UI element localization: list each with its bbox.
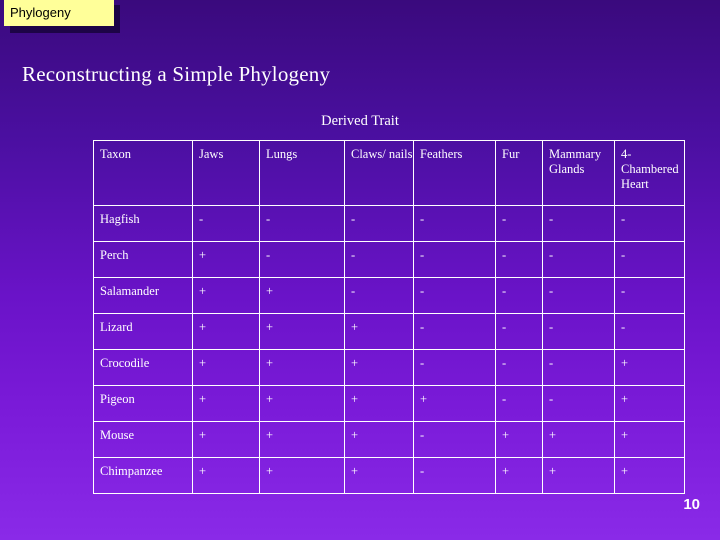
column-header-feathers: Feathers xyxy=(413,140,496,206)
table-header-row: Taxon Jaws Lungs Claws/ nails Feathers F… xyxy=(93,140,685,206)
cell-fur: - xyxy=(495,241,543,278)
cell-lungs: + xyxy=(259,457,345,494)
cell-lungs: + xyxy=(259,421,345,458)
cell-heart: - xyxy=(614,241,685,278)
cell-heart: + xyxy=(614,421,685,458)
cell-claws: + xyxy=(344,421,414,458)
cell-jaws: + xyxy=(192,241,260,278)
cell-heart: - xyxy=(614,205,685,242)
cell-claws: + xyxy=(344,385,414,422)
table-row: Mouse + + + - + + + xyxy=(93,421,685,458)
trait-table-container: Taxon Jaws Lungs Claws/ nails Feathers F… xyxy=(93,140,685,494)
cell-heart: + xyxy=(614,349,685,386)
cell-lungs: + xyxy=(259,313,345,350)
cell-feathers: - xyxy=(413,241,496,278)
page-number: 10 xyxy=(683,496,700,513)
cell-lungs: + xyxy=(259,349,345,386)
column-header-jaws: Jaws xyxy=(192,140,260,206)
cell-claws: - xyxy=(344,241,414,278)
cell-fur: + xyxy=(495,421,543,458)
cell-heart: - xyxy=(614,277,685,314)
column-header-claws-nails: Claws/ nails xyxy=(344,140,414,206)
table-caption: Derived Trait xyxy=(321,113,399,129)
cell-jaws: + xyxy=(192,457,260,494)
cell-mammary: - xyxy=(542,313,615,350)
column-header-four-chambered-heart: 4-Chambered Heart xyxy=(614,140,685,206)
cell-mammary: - xyxy=(542,349,615,386)
cell-mammary: - xyxy=(542,241,615,278)
cell-taxon: Chimpanzee xyxy=(93,457,193,494)
cell-feathers: - xyxy=(413,457,496,494)
cell-lungs: + xyxy=(259,277,345,314)
cell-taxon: Salamander xyxy=(93,277,193,314)
phylogeny-tab[interactable]: Phylogeny xyxy=(4,0,114,26)
cell-claws: - xyxy=(344,277,414,314)
cell-taxon: Pigeon xyxy=(93,385,193,422)
cell-heart: + xyxy=(614,457,685,494)
cell-taxon: Lizard xyxy=(93,313,193,350)
cell-mammary: + xyxy=(542,421,615,458)
cell-fur: - xyxy=(495,385,543,422)
table-head: Taxon Jaws Lungs Claws/ nails Feathers F… xyxy=(93,140,685,206)
cell-mammary: - xyxy=(542,385,615,422)
cell-mammary: + xyxy=(542,457,615,494)
cell-feathers: + xyxy=(413,385,496,422)
slide-canvas: Phylogeny Reconstructing a Simple Phylog… xyxy=(0,0,720,540)
cell-lungs: - xyxy=(259,241,345,278)
cell-claws: + xyxy=(344,349,414,386)
cell-claws: + xyxy=(344,457,414,494)
page-title: Reconstructing a Simple Phylogeny xyxy=(22,62,331,86)
cell-heart: - xyxy=(614,313,685,350)
table-row: Salamander + + - - - - - xyxy=(93,277,685,314)
cell-taxon: Perch xyxy=(93,241,193,278)
cell-fur: - xyxy=(495,277,543,314)
cell-jaws: + xyxy=(192,385,260,422)
trait-table: Taxon Jaws Lungs Claws/ nails Feathers F… xyxy=(93,140,685,494)
cell-jaws: - xyxy=(192,205,260,242)
cell-feathers: - xyxy=(413,205,496,242)
cell-fur: - xyxy=(495,313,543,350)
table-row: Perch + - - - - - - xyxy=(93,241,685,278)
table-row: Lizard + + + - - - - xyxy=(93,313,685,350)
cell-jaws: + xyxy=(192,349,260,386)
cell-fur: + xyxy=(495,457,543,494)
table-row: Pigeon + + + + - - + xyxy=(93,385,685,422)
column-header-fur: Fur xyxy=(495,140,543,206)
cell-feathers: - xyxy=(413,277,496,314)
cell-feathers: - xyxy=(413,313,496,350)
cell-feathers: - xyxy=(413,421,496,458)
column-header-mammary-glands: Mammary Glands xyxy=(542,140,615,206)
table-row: Hagfish - - - - - - - xyxy=(93,205,685,242)
cell-taxon: Hagfish xyxy=(93,205,193,242)
cell-feathers: - xyxy=(413,349,496,386)
cell-claws: - xyxy=(344,205,414,242)
cell-lungs: - xyxy=(259,205,345,242)
cell-claws: + xyxy=(344,313,414,350)
column-header-taxon: Taxon xyxy=(93,140,193,206)
cell-taxon: Crocodile xyxy=(93,349,193,386)
cell-heart: + xyxy=(614,385,685,422)
cell-fur: - xyxy=(495,349,543,386)
cell-jaws: + xyxy=(192,277,260,314)
column-header-lungs: Lungs xyxy=(259,140,345,206)
table-body: Hagfish - - - - - - - Perch + - - - - - xyxy=(93,205,685,494)
cell-fur: - xyxy=(495,205,543,242)
table-row: Chimpanzee + + + - + + + xyxy=(93,457,685,494)
cell-lungs: + xyxy=(259,385,345,422)
cell-mammary: - xyxy=(542,277,615,314)
table-row: Crocodile + + + - - - + xyxy=(93,349,685,386)
cell-taxon: Mouse xyxy=(93,421,193,458)
cell-jaws: + xyxy=(192,313,260,350)
cell-jaws: + xyxy=(192,421,260,458)
cell-mammary: - xyxy=(542,205,615,242)
